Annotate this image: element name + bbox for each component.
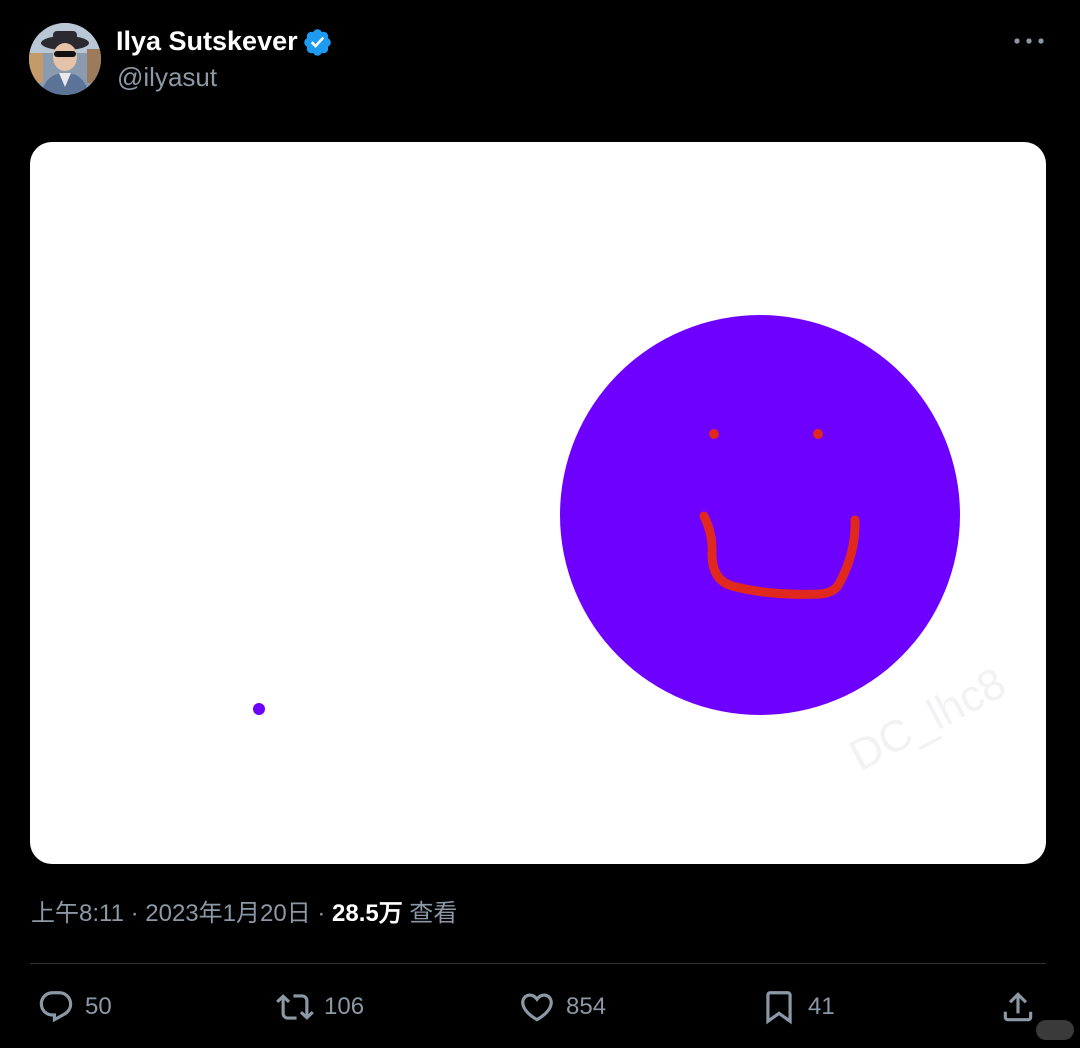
divider — [30, 963, 1046, 964]
retweet-button[interactable]: 106 — [276, 986, 364, 1028]
tweet-date[interactable]: 2023年1月20日 — [145, 900, 310, 927]
bookmark-count: 41 — [808, 993, 835, 1020]
reply-count: 50 — [85, 993, 112, 1020]
author-handle[interactable]: @ilyasut — [117, 60, 217, 94]
like-count: 854 — [566, 993, 607, 1020]
more-options-icon[interactable] — [1012, 32, 1046, 50]
watermark — [1036, 1020, 1074, 1040]
like-button[interactable]: 854 — [518, 986, 606, 1028]
share-button[interactable] — [999, 986, 1037, 1028]
verified-badge-icon — [304, 29, 331, 56]
purple-circle — [560, 315, 960, 715]
retweet-count: 106 — [324, 993, 365, 1020]
views-label: 查看 — [402, 900, 458, 927]
views-count: 28.5万 — [332, 900, 403, 927]
share-icon — [1003, 992, 1033, 1022]
small-dot — [253, 703, 265, 715]
like-icon — [521, 993, 553, 1022]
bookmark-icon — [766, 991, 792, 1025]
avatar[interactable] — [29, 23, 101, 95]
retweet-icon — [276, 994, 314, 1020]
meta-separator: · — [310, 900, 333, 927]
reply-button[interactable]: 50 — [37, 986, 112, 1028]
tweet-meta: 上午8:11 · 2023年1月20日 · 28.5万 查看 — [31, 898, 457, 930]
left-eye — [709, 429, 719, 439]
right-eye — [813, 429, 823, 439]
bookmark-button[interactable]: 41 — [760, 986, 835, 1028]
reply-icon — [39, 991, 73, 1023]
tweet-time[interactable]: 上午8:11 — [31, 900, 124, 927]
author-display-name[interactable]: Ilya Sutskever — [116, 24, 298, 58]
meta-separator: · — [123, 900, 146, 927]
tweet-media-image[interactable]: DC_lhc8 — [30, 142, 1046, 864]
